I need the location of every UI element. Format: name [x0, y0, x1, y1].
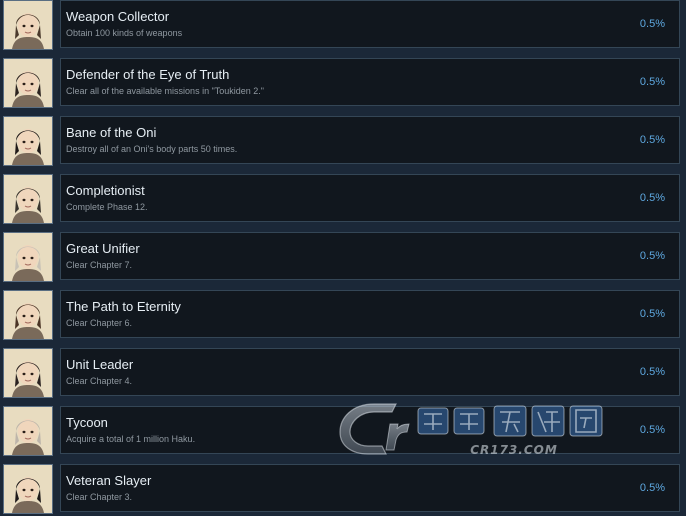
achievement-title: Defender of the Eye of Truth [66, 67, 230, 82]
achievement-title: Unit Leader [66, 357, 134, 372]
achievement-description: Clear Chapter 4. [66, 376, 133, 386]
achievement-description: Destroy all of an Oni's body parts 50 ti… [66, 144, 238, 154]
achievement-row[interactable]: Veteran Slayer Clear Chapter 3. 0.5% [0, 464, 686, 514]
achievement-percent: 0.5% [639, 134, 665, 146]
achievement-portrait-icon [3, 174, 53, 224]
achievement-description: Clear Chapter 7. [66, 260, 133, 270]
achievement-row[interactable]: Great Unifier Clear Chapter 7. 0.5% [0, 232, 686, 282]
achievement-percent: 0.5% [639, 482, 665, 494]
achievement-row[interactable]: Defender of the Eye of Truth Clear all o… [0, 58, 686, 108]
achievement-title: Bane of the Oni [66, 125, 157, 140]
achievement-percent: 0.5% [639, 424, 665, 436]
achievement-description: Complete Phase 12. [66, 202, 148, 212]
achievement-bar: Veteran Slayer Clear Chapter 3. 0.5% [60, 464, 680, 512]
achievement-bar: Great Unifier Clear Chapter 7. 0.5% [60, 232, 680, 280]
achievement-portrait-icon [3, 58, 53, 108]
achievement-bar: Bane of the Oni Destroy all of an Oni's … [60, 116, 680, 164]
achievement-portrait-icon [3, 0, 53, 50]
achievement-portrait-icon [3, 464, 53, 514]
achievement-portrait-icon [3, 348, 53, 398]
achievement-title: The Path to Eternity [66, 299, 181, 314]
achievement-percent: 0.5% [639, 192, 665, 204]
achievement-description: Obtain 100 kinds of weapons [66, 28, 183, 38]
achievement-description: Acquire a total of 1 million Haku. [66, 434, 196, 444]
achievement-bar: Completionist Complete Phase 12. 0.5% [60, 174, 680, 222]
achievement-description: Clear all of the available missions in "… [66, 86, 264, 96]
achievement-percent: 0.5% [639, 366, 665, 378]
achievement-title: Veteran Slayer [66, 473, 152, 488]
achievement-row[interactable]: Unit Leader Clear Chapter 4. 0.5% [0, 348, 686, 398]
achievement-row[interactable]: Tycoon Acquire a total of 1 million Haku… [0, 406, 686, 456]
achievement-percent: 0.5% [639, 18, 665, 30]
achievement-title: Weapon Collector [66, 9, 170, 24]
achievement-row[interactable]: The Path to Eternity Clear Chapter 6. 0.… [0, 290, 686, 340]
achievement-list: Weapon Collector Obtain 100 kinds of wea… [0, 0, 686, 516]
achievement-row[interactable]: Weapon Collector Obtain 100 kinds of wea… [0, 0, 686, 50]
achievement-percent: 0.5% [639, 250, 665, 262]
achievement-bar: The Path to Eternity Clear Chapter 6. 0.… [60, 290, 680, 338]
achievement-row[interactable]: Bane of the Oni Destroy all of an Oni's … [0, 116, 686, 166]
achievement-bar: Tycoon Acquire a total of 1 million Haku… [60, 406, 680, 454]
achievement-bar: Weapon Collector Obtain 100 kinds of wea… [60, 0, 680, 48]
achievement-portrait-icon [3, 406, 53, 456]
achievement-title: Completionist [66, 183, 145, 198]
achievement-portrait-icon [3, 232, 53, 282]
achievement-title: Great Unifier [66, 241, 140, 256]
achievement-bar: Defender of the Eye of Truth Clear all o… [60, 58, 680, 106]
achievement-row[interactable]: Completionist Complete Phase 12. 0.5% [0, 174, 686, 224]
achievement-portrait-icon [3, 290, 53, 340]
achievement-description: Clear Chapter 3. [66, 492, 133, 502]
achievement-percent: 0.5% [639, 76, 665, 88]
achievement-portrait-icon [3, 116, 53, 166]
achievement-title: Tycoon [66, 415, 108, 430]
achievement-bar: Unit Leader Clear Chapter 4. 0.5% [60, 348, 680, 396]
achievement-percent: 0.5% [639, 308, 665, 320]
achievement-description: Clear Chapter 6. [66, 318, 133, 328]
